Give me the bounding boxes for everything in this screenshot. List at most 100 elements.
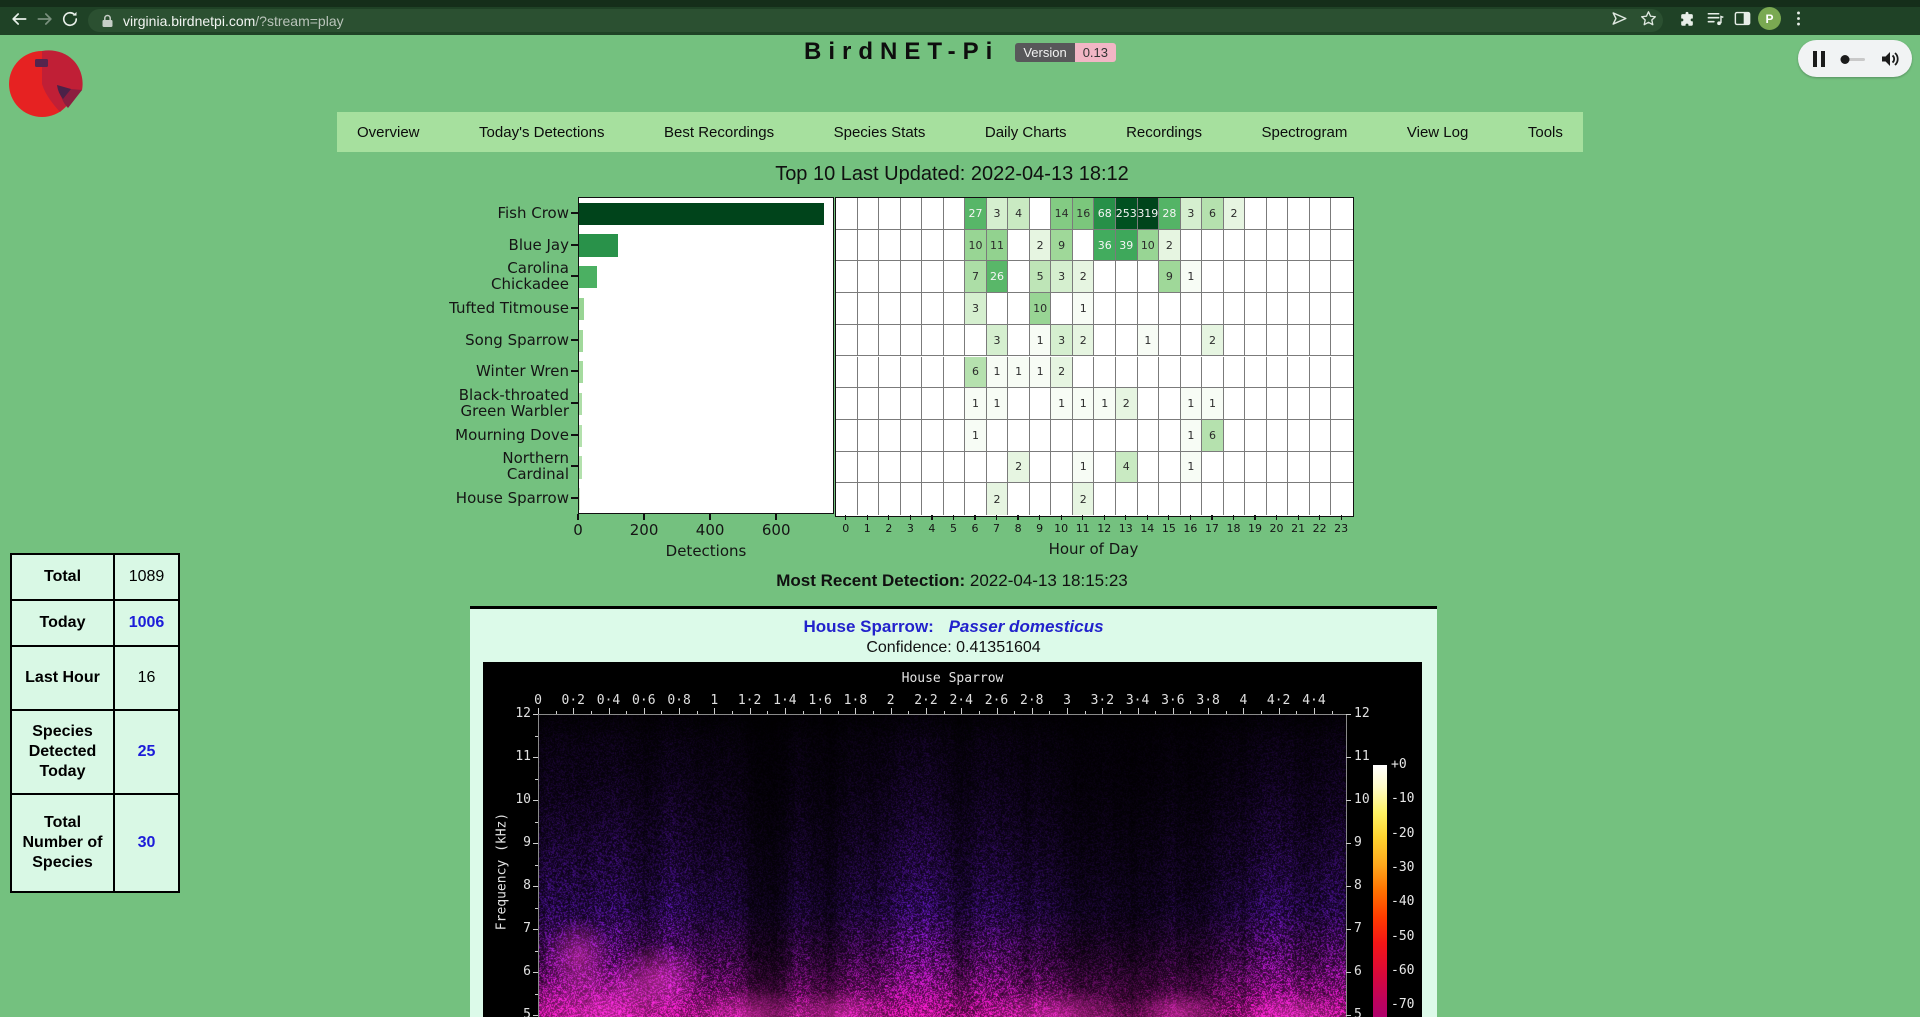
spec-x-tick [1067,708,1068,714]
nav-item-view-log[interactable]: View Log [1407,124,1468,141]
spec-x-tick [1243,708,1244,714]
hour-tick [845,515,846,520]
heatmap-cell [836,452,858,484]
hour-tick-label: 19 [1244,522,1265,535]
nav-item-today-s-detections[interactable]: Today's Detections [479,124,604,141]
hour-tick-label: 1 [857,522,878,535]
main-navigation: Overview Today's Detections Best Recording… [337,112,1583,152]
spec-x-tick-label: 3 [1049,693,1085,708]
heatmap-cell [1138,388,1160,420]
y-tick [571,434,578,436]
heatmap-cell [1051,420,1073,452]
heatmap-cell [1310,388,1332,420]
nav-item-species-stats[interactable]: Species Stats [834,124,926,141]
heatmap-cell [1073,420,1095,452]
reload-button[interactable] [60,9,80,29]
page-title: BirdNET-Pi [804,38,999,66]
heatmap-cell [1202,483,1224,515]
heatmap-cell [1051,293,1073,325]
heatmap-cell [1202,452,1224,484]
stat-value: 16 [115,647,178,709]
stat-value-link[interactable]: 25 [115,711,178,793]
species-link[interactable]: House Sparrow: [803,617,933,636]
heatmap-cell [858,325,880,357]
heatmap-cell: 26 [987,261,1009,293]
spec-x-tick [891,708,892,714]
heatmap-cell [1094,261,1116,293]
scientific-name: Passer domesticus [949,617,1104,636]
nav-item-recordings[interactable]: Recordings [1126,124,1202,141]
heatmap-cell [1051,483,1073,515]
heatmap-cell [879,452,901,484]
heatmap-cell [836,483,858,515]
hour-tick-label: 5 [943,522,964,535]
spec-x-minor-tick [1155,711,1156,714]
menu-dots-icon[interactable] [1789,9,1808,28]
nav-item-best-recordings[interactable]: Best Recordings [664,124,774,141]
heatmap-cell [987,293,1009,325]
spec-y-tick-label-right: 12 [1354,706,1384,721]
send-icon[interactable] [1610,9,1629,28]
spectrogram-plot [538,714,1347,1017]
address-bar[interactable]: virginia.birdnetpi.com/?stream=play [88,9,1663,32]
colorbar-label: -60 [1391,963,1414,978]
heatmap-cell: 3 [987,325,1009,357]
hour-tick-label: 21 [1287,522,1308,535]
extensions-icon[interactable] [1679,9,1698,28]
spec-x-minor-tick [1296,711,1297,714]
heatmap-cell [836,198,858,230]
hour-tick [1341,515,1342,520]
heatmap-cell [1288,357,1310,389]
heatmap-cell [901,452,923,484]
volume-button[interactable] [1880,50,1900,68]
spec-x-tick [679,708,680,714]
audio-player[interactable] [1798,40,1912,77]
heatmap-cell: 1 [1030,325,1052,357]
heatmap-cell [1094,357,1116,389]
nav-item-tools[interactable]: Tools [1528,124,1563,141]
heatmap-cell [1008,293,1030,325]
back-button[interactable] [9,9,29,29]
heatmap-cell [879,357,901,389]
spectrogram-image: House Sparrow Frequency (kHz) 00·20·40·6… [483,662,1422,1017]
hour-tick [1254,515,1255,520]
side-panel-icon[interactable] [1733,9,1752,28]
heatmap-cell: 9 [1159,261,1181,293]
hour-tick [974,515,975,520]
hour-tick [1147,515,1148,520]
heatmap-cell [944,293,966,325]
spec-x-minor-tick [1332,711,1333,714]
spec-y-tick-right [1346,843,1351,844]
pause-button[interactable] [1811,50,1827,68]
nav-item-overview[interactable]: Overview [357,124,420,141]
nav-item-spectrogram[interactable]: Spectrogram [1261,124,1347,141]
heatmap-cell [965,452,987,484]
stat-value-link[interactable]: 1006 [115,601,178,645]
media-controls-icon[interactable] [1706,9,1725,28]
heatmap-cell [922,325,944,357]
heatmap-cell [922,357,944,389]
heatmap-cell [922,452,944,484]
heatmap-cell [1159,483,1181,515]
seek-slider[interactable] [1839,53,1867,65]
heatmap-cell [879,483,901,515]
heatmap-cell [922,198,944,230]
nav-item-daily-charts[interactable]: Daily Charts [985,124,1067,141]
bar-category-label: Fish Crow [400,197,569,229]
spec-y-tick [533,972,538,973]
stat-value-link[interactable]: 30 [115,795,178,891]
colorbar-label: -10 [1391,791,1414,806]
colorbar-label: -20 [1391,826,1414,841]
forward-button[interactable] [35,9,55,29]
recent-value: 2022-04-13 18:15:23 [970,571,1128,590]
profile-avatar[interactable]: P [1758,7,1781,30]
heatmap-cell: 28 [1159,198,1181,230]
stat-label: Species Detected Today [12,711,115,793]
bar [579,330,583,352]
heatmap-cell [1310,198,1332,230]
heatmap-cell [1288,388,1310,420]
hour-tick-label: 2 [878,522,899,535]
window-frame [0,0,1920,7]
heatmap-cell [858,293,880,325]
bookmark-star-icon[interactable] [1639,9,1658,28]
